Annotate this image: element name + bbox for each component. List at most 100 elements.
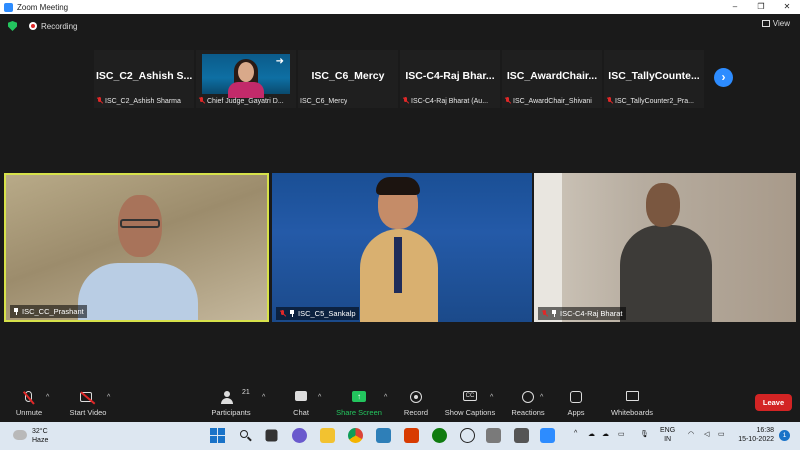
video-options-caret[interactable]: ^ (107, 394, 110, 401)
view-button[interactable]: View (761, 19, 790, 28)
tie (394, 237, 402, 293)
minimize-button[interactable]: – (722, 0, 748, 14)
reactions-label: Reactions (511, 408, 545, 417)
chat-options-caret[interactable]: ^ (318, 394, 321, 401)
recording-label[interactable]: Recording (41, 22, 77, 31)
volume-icon[interactable]: ◁ (704, 430, 709, 438)
maximize-button[interactable]: ❐ (748, 0, 774, 14)
arrow-right-icon[interactable]: ➜ (276, 56, 284, 67)
video-tile-active-speaker[interactable]: ISC_CC_Prashant (4, 173, 269, 322)
whiteboards-label: Whiteboards (610, 408, 654, 417)
recording-icon (29, 22, 37, 30)
start-video-button[interactable]: Start Video (64, 390, 112, 417)
chevron-right-icon[interactable]: › (714, 68, 733, 87)
language-indicator[interactable]: ENG IN (660, 426, 675, 444)
zoom-taskbar-icon[interactable] (540, 428, 555, 443)
leave-button[interactable]: Leave (755, 394, 792, 411)
apps-icon (562, 390, 590, 405)
participant-name: ISC_TallyCounter2_Pra... (615, 97, 694, 105)
view-label: View (772, 19, 790, 28)
task-view-icon[interactable] (265, 429, 278, 442)
weather-haze-icon[interactable] (13, 427, 27, 440)
unmute-label: Unmute (15, 408, 43, 417)
participant-name-label: ISC_C6_Mercy (300, 98, 347, 105)
chrome-icon[interactable] (348, 428, 363, 443)
windows-taskbar: 32°C Haze ^ ☁ ☁ ▭ 🎙 ENG IN ◠ ◁ ▭ 16:38 1… (0, 422, 800, 450)
grid-view-icon (761, 20, 770, 27)
participants-label: Participants (211, 408, 251, 417)
start-video-label: Start Video (69, 408, 107, 417)
participant-name: ISC_C2_Ashish Sharma (105, 97, 181, 105)
microphone-icon[interactable]: 🎙 (640, 430, 649, 438)
pin-icon (13, 308, 19, 315)
xbox-icon[interactable] (432, 428, 447, 443)
wifi-icon[interactable]: ◠ (688, 430, 694, 438)
window-controls: – ❐ ✕ (722, 0, 800, 14)
whiteboard-icon (608, 390, 656, 405)
windows-start-icon[interactable] (210, 428, 225, 443)
file-explorer-icon[interactable] (320, 428, 335, 443)
participant-strip: ISC_C2_Ashish S... ISC_C2_Ashish Sharma … (94, 50, 706, 108)
apps-button[interactable]: Apps (562, 390, 590, 417)
window-frame (534, 173, 562, 322)
hair (376, 177, 420, 195)
snipping-tool-icon[interactable] (486, 428, 501, 443)
teams-chat-icon[interactable] (292, 428, 307, 443)
video-participant-name: ISC_CC_Prashant (22, 307, 84, 316)
participants-options-caret[interactable]: ^ (262, 394, 265, 401)
video-tile[interactable]: ISC_C5_Sankalp (272, 173, 532, 322)
video-person-body (78, 263, 198, 320)
clock-app-icon[interactable] (460, 428, 475, 443)
participant-display-name: ISC_TallyCounte... (608, 70, 700, 82)
notification-badge[interactable]: 1 (779, 430, 790, 441)
participant-tile[interactable]: ISC_C2_Ashish S... ISC_C2_Ashish Sharma (94, 50, 194, 108)
shield-icon[interactable] (8, 21, 17, 31)
pin-icon (289, 310, 295, 317)
close-button[interactable]: ✕ (774, 0, 800, 14)
participant-display-name: ISC-C4-Raj Bhar... (405, 70, 495, 82)
captions-options-caret[interactable]: ^ (490, 394, 493, 401)
participant-tile-judge[interactable]: ➜ Chief Judge_Gayatri D... (196, 50, 296, 108)
participant-tile[interactable]: ISC_AwardChair... ISC_AwardChair_Shivani (502, 50, 602, 108)
mic-muted-icon (606, 97, 613, 105)
participant-display-name: ISC_AwardChair... (506, 70, 598, 82)
video-person-body (620, 225, 712, 322)
video-tile[interactable]: ISC-C4-Raj Bharat (534, 173, 796, 322)
reactions-options-caret[interactable]: ^ (540, 394, 543, 401)
participant-tile[interactable]: ISC-C4-Raj Bhar... ISC-C4-Raj Bharat (Au… (400, 50, 500, 108)
photos-app-icon[interactable] (376, 428, 391, 443)
participants-count: 21 (242, 389, 250, 396)
participants-icon: 21 (208, 389, 254, 405)
cloud-icon[interactable]: ☁ (588, 430, 595, 438)
video-participant-name: ISC-C4-Raj Bharat (560, 309, 623, 318)
participant-tile[interactable]: ISC_C6_Mercy ISC_C6_Mercy (298, 50, 398, 108)
video-person-face (238, 62, 254, 82)
chevron-up-icon[interactable]: ^ (574, 430, 577, 437)
participants-button[interactable]: 21 Participants (208, 389, 254, 417)
record-button[interactable]: Record (398, 390, 434, 417)
search-icon[interactable] (238, 428, 253, 443)
share-screen-label: Share Screen (336, 408, 382, 417)
video-participant-name: ISC_C5_Sankalp (298, 309, 356, 318)
chat-button[interactable]: Chat (286, 390, 316, 417)
weather-widget[interactable]: 32°C Haze (32, 427, 48, 445)
mic-muted-icon (541, 309, 548, 318)
whiteboards-button[interactable]: Whiteboards (608, 390, 656, 417)
battery-icon[interactable]: ▭ (718, 430, 725, 438)
captions-icon-text: CC (463, 391, 477, 401)
clock-date: 15-10-2022 (738, 436, 774, 443)
share-screen-button[interactable]: ↑ Share Screen (334, 390, 384, 417)
calculator-icon[interactable] (514, 428, 529, 443)
system-clock[interactable]: 16:38 15-10-2022 (738, 426, 774, 444)
mic-muted-icon (198, 97, 205, 105)
audio-options-caret[interactable]: ^ (46, 394, 49, 401)
share-options-caret[interactable]: ^ (384, 394, 387, 401)
participant-tile[interactable]: ISC_TallyCounte... ISC_TallyCounter2_Pra… (604, 50, 704, 108)
unmute-button[interactable]: Unmute (10, 390, 48, 417)
office-icon[interactable] (404, 428, 419, 443)
participant-display-name: ISC_C2_Ashish S... (96, 70, 193, 82)
video-name-label: ISC-C4-Raj Bharat (538, 307, 626, 320)
chat-icon (286, 390, 316, 405)
keyboard-icon[interactable]: ▭ (618, 430, 625, 438)
onedrive-icon[interactable]: ☁ (602, 430, 609, 438)
